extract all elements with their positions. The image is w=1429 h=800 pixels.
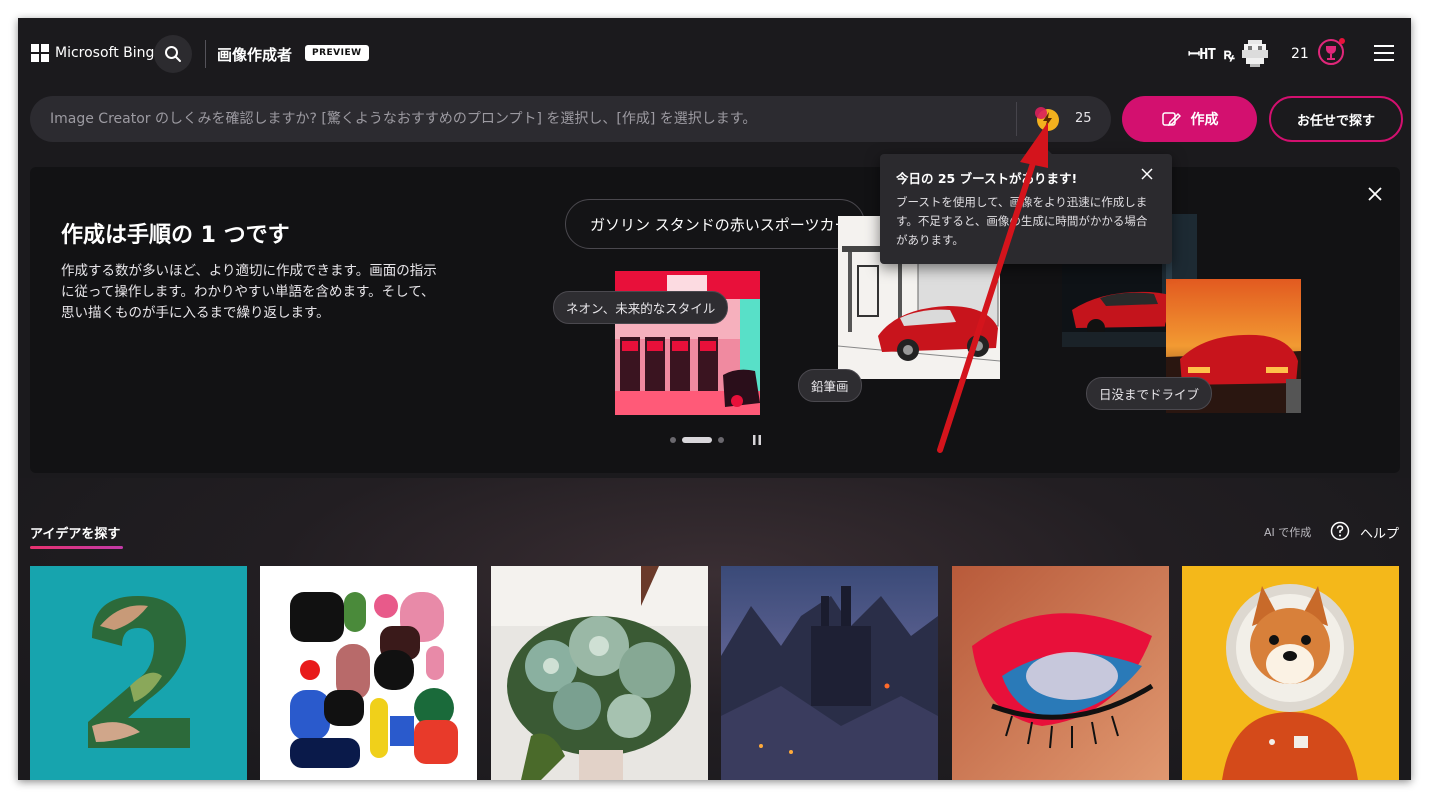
create-button[interactable]: 作成 <box>1122 96 1257 142</box>
surprise-me-button[interactable]: お任せで探す <box>1269 96 1403 142</box>
style-tag-pencil[interactable]: 鉛筆画 <box>798 369 862 402</box>
pause-icon[interactable] <box>752 435 762 445</box>
app-window: Microsoft Bing 画像作成者 PREVIEW ꟷHT ꝶ 21 Im… <box>18 18 1411 780</box>
carousel-dot-active[interactable] <box>682 437 712 443</box>
ideas-gallery <box>30 566 1400 780</box>
prompt-bar: 25 <box>30 96 1111 142</box>
tab-active-indicator <box>30 546 123 549</box>
header-divider <box>205 40 206 68</box>
top-header: Microsoft Bing 画像作成者 PREVIEW ꟷHT ꝶ 21 <box>18 18 1411 90</box>
prompt-input[interactable] <box>50 96 1010 142</box>
reward-count[interactable]: 21 <box>1291 46 1309 62</box>
carousel-indicator <box>670 437 724 443</box>
app-title[interactable]: 画像作成者 <box>217 44 292 65</box>
carousel-dot[interactable] <box>718 437 724 443</box>
hamburger-menu-icon[interactable] <box>1374 44 1394 62</box>
boost-count: 25 <box>1075 111 1092 126</box>
hero-description: 作成する数が多いほど、より適切に作成できます。画面の指示に従って操作します。わか… <box>61 263 437 321</box>
boost-tooltip: 今日の 25 ブーストがあります! ブーストを使用して、画像をより迅速に作成しま… <box>880 144 1172 264</box>
pen-brush-icon <box>1161 112 1181 127</box>
windows-logo-icon <box>31 44 49 62</box>
user-name[interactable]: ꟷHT ꝶ <box>1188 44 1235 64</box>
gallery-item[interactable] <box>30 566 247 780</box>
brand-name: Microsoft Bing <box>55 45 155 61</box>
tooltip-caret <box>1032 144 1052 164</box>
create-button-label: 作成 <box>1190 111 1219 127</box>
ai-create-link[interactable]: AI で作成 <box>1264 524 1311 540</box>
tooltip-body: ブーストを使用して、画像をより迅速に作成します。不足すると、画像の生成に時間がか… <box>896 195 1148 247</box>
style-tag-sunset[interactable]: 日没までドライブ <box>1086 377 1213 410</box>
microsoft-bing-logo[interactable]: Microsoft Bing <box>31 44 154 62</box>
trophy-reward-icon[interactable] <box>1316 37 1346 67</box>
hero-title: 作成は手順の 1 つです <box>61 223 290 248</box>
gallery-item[interactable] <box>1182 566 1399 780</box>
style-tag-neon[interactable]: ネオン、未来的なスタイル <box>553 291 729 324</box>
carousel-dot[interactable] <box>670 437 676 443</box>
preview-badge: PREVIEW <box>305 45 369 61</box>
search-button[interactable] <box>154 35 192 73</box>
gallery-item[interactable] <box>491 566 708 780</box>
gallery-item[interactable] <box>952 566 1169 780</box>
close-icon[interactable] <box>1366 185 1384 203</box>
boost-divider <box>1016 102 1017 136</box>
help-link[interactable]: ヘルプ <box>1360 523 1399 542</box>
example-prompt-pill: ガソリン スタンドの赤いスポーツカー <box>565 199 865 249</box>
hero-panel: 作成は手順の 1 つです 作成する数が多いほど、より適切に作成できます。画面の指… <box>30 167 1400 473</box>
tooltip-title: 今日の 25 ブーストがあります! <box>896 171 1078 186</box>
lightning-boost-icon[interactable] <box>1032 104 1062 134</box>
gallery-item[interactable] <box>260 566 477 780</box>
question-circle-icon[interactable] <box>1330 521 1350 541</box>
tab-explore-ideas[interactable]: アイデアを探す <box>30 523 120 542</box>
search-icon <box>165 46 181 62</box>
close-icon[interactable] <box>1141 168 1153 180</box>
avatar[interactable] <box>1240 38 1270 68</box>
gallery-item[interactable] <box>721 566 938 780</box>
